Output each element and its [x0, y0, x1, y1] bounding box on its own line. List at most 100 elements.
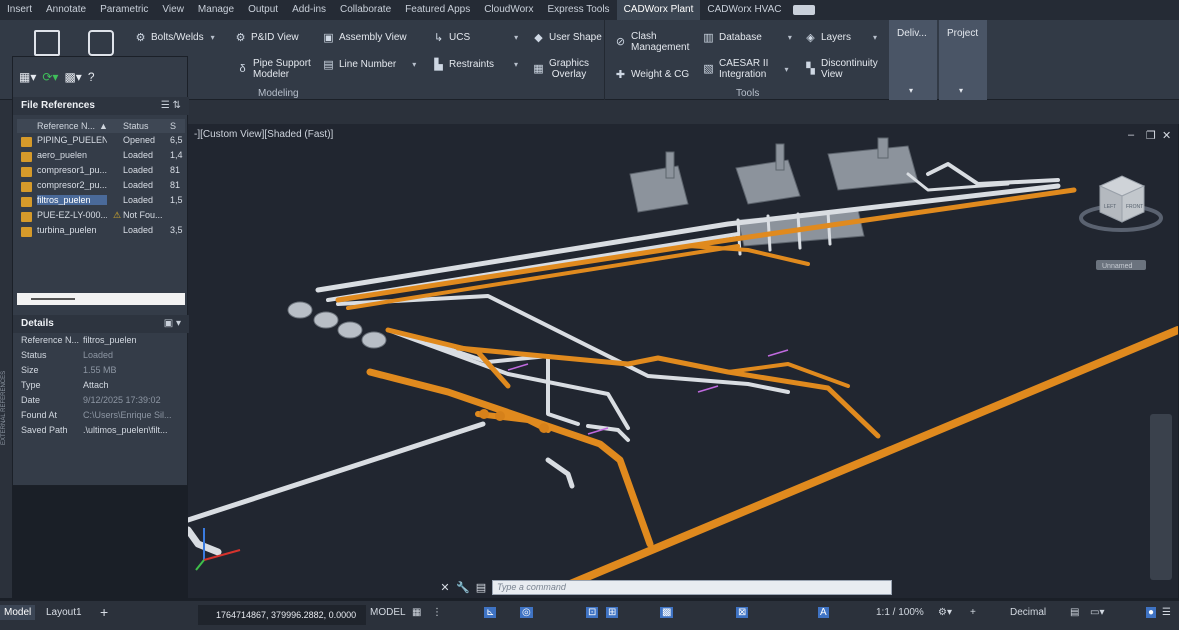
customization-menu-icon[interactable]: ☰	[1162, 607, 1171, 618]
drawing-file-icon	[21, 227, 32, 237]
quick-properties-icon[interactable]: ▤	[1070, 607, 1079, 618]
col-size[interactable]: S	[170, 121, 176, 131]
tab-model[interactable]: Model	[0, 605, 36, 620]
chevron-down-icon: ▾	[873, 33, 878, 42]
user-shape-button[interactable]: ◆ User Shape	[532, 31, 602, 44]
snap-icon[interactable]: ⋮	[432, 607, 442, 618]
orange-pipes	[335, 187, 1178, 594]
caesar-integration-button[interactable]: ▧ CAESAR II Integration ▾	[702, 58, 788, 80]
ortho-icon[interactable]: ⊾	[484, 607, 497, 618]
tab-overflow-button[interactable]	[792, 5, 815, 15]
camera-icon[interactable]	[88, 30, 114, 56]
list-view-icon[interactable]: ☰ ⇅	[161, 97, 181, 115]
drawing-file-icon	[21, 167, 32, 177]
model-space-button[interactable]: MODEL	[370, 607, 406, 618]
transparency-icon[interactable]: ▩	[660, 607, 674, 618]
grid-icon[interactable]: ▦	[412, 607, 421, 618]
palette-side-title: EXTERNAL REFERENCES	[1, 370, 7, 445]
coordinate-readout[interactable]: 1764714867, 379996.2882, 0.0000	[198, 605, 366, 625]
tab-view[interactable]: View	[155, 0, 191, 20]
annotation-visibility-icon[interactable]: A	[818, 607, 829, 618]
ucs-button[interactable]: ↳ UCS ▾	[432, 31, 518, 44]
weight-cg-button[interactable]: ✚ Weight & CG	[614, 68, 689, 81]
close-icon[interactable]: ✕	[438, 580, 452, 594]
deliverables-panel[interactable]: Deliv... ▾	[889, 20, 937, 100]
change-path-icon[interactable]: ▩▾	[64, 70, 81, 84]
database-button[interactable]: ▥ Database ▾	[702, 31, 792, 44]
xref-horizontal-scrollbar[interactable]	[17, 293, 185, 305]
polar-icon[interactable]: ◎	[520, 607, 533, 618]
tab-cloudworx[interactable]: CloudWorx	[477, 0, 540, 20]
pid-view-button[interactable]: ⚙ P&ID View	[234, 31, 299, 44]
add-layout-button[interactable]: +	[100, 604, 108, 620]
xref-row[interactable]: compresor1_pu... Loaded 81	[17, 165, 185, 180]
tab-collaborate[interactable]: Collaborate	[333, 0, 398, 20]
line-number-button[interactable]: ▤ Line Number ▾	[322, 58, 416, 71]
attach-icon[interactable]: ▦▾	[19, 70, 36, 84]
units-selector[interactable]: Decimal	[1010, 607, 1046, 618]
drawing-file-icon	[21, 182, 32, 192]
tab-output[interactable]: Output	[241, 0, 285, 20]
xref-row[interactable]: compresor2_pu... Loaded 81	[17, 180, 185, 195]
restraints-button[interactable]: ▙ Restraints ▾	[432, 58, 518, 71]
filter-vessels	[287, 301, 387, 349]
tab-annotate[interactable]: Annotate	[39, 0, 93, 20]
customize-icon[interactable]: 🔧	[456, 580, 470, 594]
viewcube	[1079, 175, 1163, 232]
clash-icon: ⊘	[615, 35, 626, 48]
lock-ui-icon[interactable]: ▭▾	[1090, 607, 1104, 618]
refresh-icon[interactable]: ⟳▾	[42, 70, 58, 84]
white-pipes	[188, 162, 1061, 556]
tab-cadworx-plant[interactable]: CADWorx Plant	[616, 0, 701, 20]
add-icon[interactable]: +	[970, 607, 976, 618]
layers-button[interactable]: ◈ Layers ▾	[804, 31, 877, 44]
tab-parametric[interactable]: Parametric	[93, 0, 155, 20]
xref-row-selected[interactable]: filtros_puelen Loaded 1,5	[17, 195, 185, 210]
report-icon[interactable]	[34, 30, 60, 56]
annotation-scale[interactable]: 1:1 / 100%	[876, 607, 924, 618]
col-reference-name[interactable]: Reference N...	[37, 121, 95, 131]
tab-cadworx-hvac[interactable]: CADWorx HVAC	[700, 0, 788, 20]
xref-row[interactable]: turbina_puelen Loaded 3,5	[17, 225, 185, 240]
tab-featured-apps[interactable]: Featured Apps	[398, 0, 477, 20]
drawing-file-icon	[21, 137, 32, 147]
col-status[interactable]: Status	[123, 121, 149, 131]
detail-row: Saved Path .\ultimos_puelen\filt...	[21, 425, 168, 435]
command-input[interactable]: Type a command	[492, 579, 892, 595]
restraints-icon: ▙	[434, 59, 443, 71]
tab-layout1[interactable]: Layout1	[46, 607, 82, 618]
selection-cycling-icon[interactable]: ⊠	[736, 607, 749, 618]
scroll-thumb[interactable]	[31, 298, 75, 300]
tab-manage[interactable]: Manage	[191, 0, 241, 20]
external-references-palette: ▦▾ ⟳▾ ▩▾ ? File References ☰ ⇅ Reference…	[12, 56, 189, 486]
viewcube-left-label: LEFT	[1104, 204, 1116, 210]
bolts-welds-button[interactable]: ⚙ Bolts/Welds ▾	[134, 31, 215, 44]
file-references-header: File References ☰ ⇅	[13, 97, 189, 115]
xref-row[interactable]: PUE-EZ-LY-000... ⚠ Not Fou...	[17, 210, 185, 225]
isolate-objects-icon[interactable]: ●	[1146, 607, 1157, 618]
pipe-support-modeler-button[interactable]: δ Pipe Support Modeler	[236, 58, 310, 80]
discontinuity-view-button[interactable]: ▚ Discontinuity View	[804, 58, 877, 80]
viewcube-front-label: FRONT	[1126, 204, 1143, 210]
piping-model-drawing: LEFT FRONT Unnamed	[188, 137, 1178, 594]
graphics-overlay-button[interactable]: ▦ Graphics Overlay	[532, 58, 589, 80]
details-view-icon[interactable]: ▣ ▾	[164, 315, 181, 333]
chevron-down-icon: ▾	[412, 60, 417, 69]
navigation-bar[interactable]	[1150, 414, 1172, 580]
assembly-view-button[interactable]: ▣ Assembly View	[322, 31, 406, 44]
osnap-icon[interactable]: ⊡	[586, 607, 599, 618]
tab-add-ins[interactable]: Add-ins	[285, 0, 333, 20]
xref-row[interactable]: PIPING_PUELEN... Opened 6,5	[17, 135, 185, 150]
sort-asc-icon: ▲	[99, 121, 108, 131]
model-viewport[interactable]: -][Custom View][Shaded (Fast)] – ❐ ✕ LEF…	[188, 124, 1178, 598]
help-icon[interactable]: ?	[88, 70, 95, 84]
workspace-gear-icon[interactable]: ⚙▾	[938, 607, 952, 618]
chevron-down-icon: ▾	[959, 86, 964, 95]
clash-management-button[interactable]: ⊘ Clash Management	[614, 31, 689, 53]
xref-row[interactable]: aero_puelen Loaded 1,4	[17, 150, 185, 165]
otrack-icon[interactable]: ⊞	[606, 607, 619, 618]
project-panel[interactable]: Project ▾	[939, 20, 987, 100]
tab-express-tools[interactable]: Express Tools	[540, 0, 616, 20]
recent-commands-icon[interactable]: ▤	[474, 580, 488, 594]
tab-insert[interactable]: Insert	[0, 0, 39, 20]
